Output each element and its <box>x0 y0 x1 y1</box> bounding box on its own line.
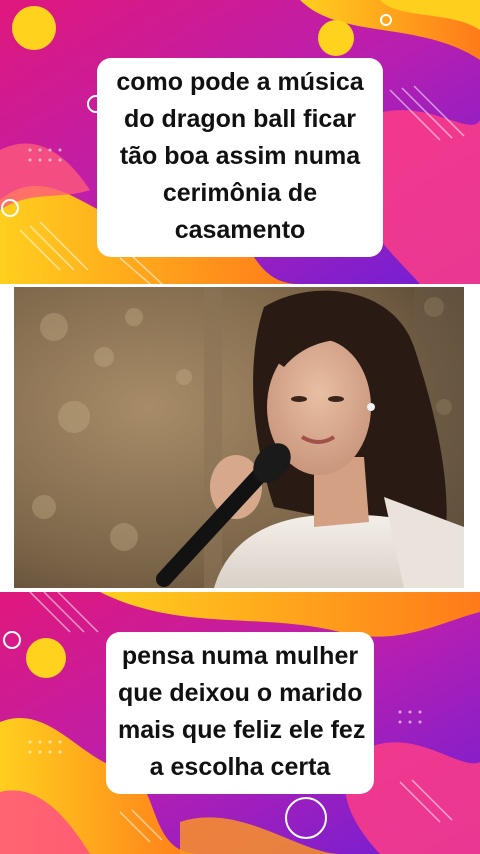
top-caption-line: do dragon ball ficar <box>124 105 356 133</box>
video-still <box>14 287 464 588</box>
bottom-caption-line: a escolha certa <box>149 753 331 781</box>
bottom-caption: pensa numa mulher que deixou o marido ma… <box>106 632 374 794</box>
bottom-banner: pensa numa mulher que deixou o marido ma… <box>0 592 480 854</box>
top-caption-line: cerimônia de <box>162 179 318 207</box>
top-caption-line: casamento <box>174 216 306 244</box>
bottom-caption-line: mais que feliz ele fez <box>118 716 366 744</box>
bottom-caption-line: que deixou o marido <box>118 679 363 707</box>
yellow-circle-decoration <box>12 6 56 50</box>
top-caption: como pode a música do dragon ball ficar … <box>97 58 383 257</box>
yellow-circle-decoration <box>26 638 66 678</box>
video-player[interactable] <box>14 287 464 588</box>
top-caption-line: como pode a música <box>116 68 364 96</box>
top-banner: como pode a música do dragon ball ficar … <box>0 0 480 284</box>
top-caption-line: tão boa assim numa <box>119 142 361 170</box>
bottom-caption-line: pensa numa mulher <box>121 642 359 670</box>
yellow-circle-decoration <box>318 20 354 56</box>
